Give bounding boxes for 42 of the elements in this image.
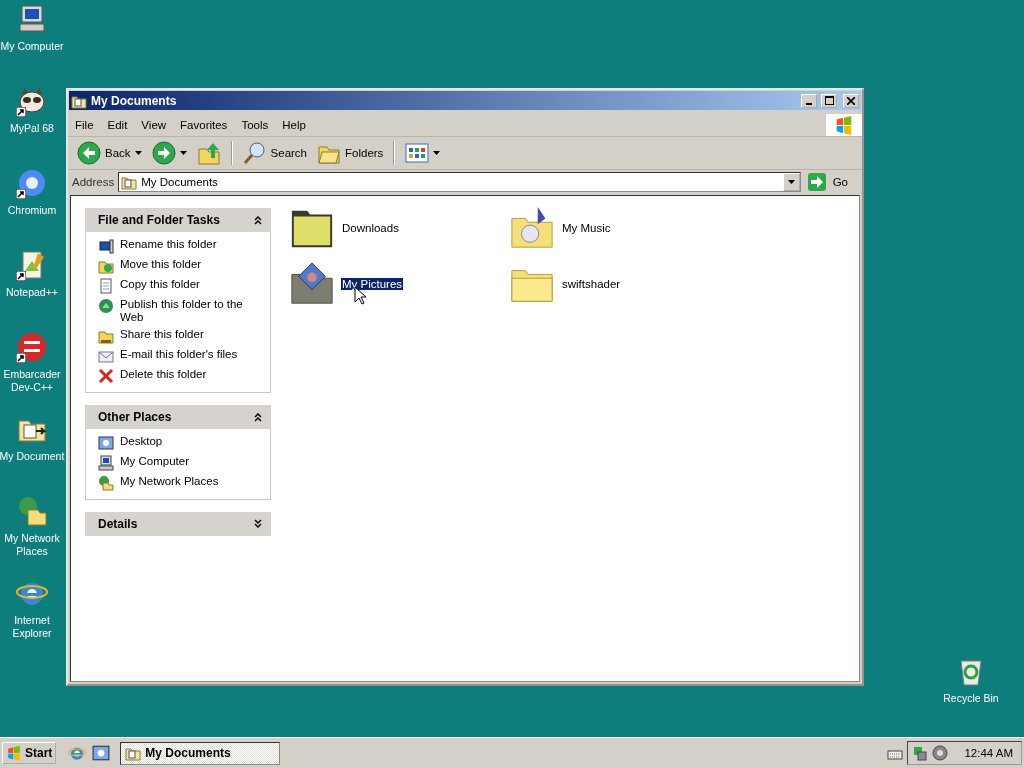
menu-item[interactable]: Help <box>275 119 313 131</box>
file-name[interactable]: My Music <box>561 222 612 234</box>
icon-label[interactable]: My Document <box>0 450 65 463</box>
start-button[interactable]: Start <box>2 742 57 764</box>
go-button[interactable]: Go <box>804 172 858 192</box>
menu-item[interactable]: View <box>134 119 174 131</box>
address-field[interactable]: My Documents <box>118 172 801 192</box>
icon-label[interactable]: Internet Explorer <box>12 614 52 640</box>
address-label: Address <box>72 176 115 188</box>
task-link[interactable]: My Computer <box>120 455 262 468</box>
task-link[interactable]: Delete this folder <box>120 368 262 381</box>
taskbar-button[interactable]: My Documents <box>120 741 281 765</box>
menu-item[interactable]: Edit <box>100 119 135 131</box>
task-link[interactable]: Desktop <box>120 435 262 448</box>
icon-label[interactable]: Notepad++ <box>6 286 58 299</box>
menu-item[interactable]: File <box>68 119 101 131</box>
icon-label[interactable]: Chromium <box>7 204 57 217</box>
icon-label[interactable]: MyPal 68 <box>10 122 54 135</box>
file-name[interactable]: Downloads <box>341 222 400 234</box>
menu-item[interactable]: Tools <box>234 119 276 131</box>
search-button[interactable]: Search <box>239 139 310 167</box>
file-name[interactable]: swiftshader <box>561 278 622 290</box>
task-link[interactable]: E-mail this folder's files <box>120 348 262 361</box>
task-link[interactable]: Share this folder <box>120 328 262 341</box>
icon-label[interactable]: My Network Places <box>4 532 60 558</box>
icon-label[interactable]: Embarcader Dev-C++ <box>3 368 61 394</box>
pane-header[interactable]: File and Folder Tasks <box>85 208 271 232</box>
pane-header[interactable]: Other Places <box>85 405 271 429</box>
task-link[interactable]: Rename this folder <box>120 238 262 251</box>
task-link[interactable]: My Network Places <box>120 475 262 488</box>
task-link[interactable]: Move this folder <box>120 258 262 271</box>
task-link[interactable]: Publish this folder to the Web <box>120 298 262 324</box>
file-name[interactable]: My Pictures <box>341 278 404 290</box>
icon-label[interactable]: Recycle Bin <box>943 692 999 705</box>
pane-header[interactable]: Details <box>85 512 271 536</box>
window-title: My Documents <box>91 93 178 108</box>
menu-item[interactable]: Favorites <box>173 119 235 131</box>
task-link[interactable]: Copy this folder <box>120 278 262 291</box>
clock: 12:44 AM <box>964 747 1013 759</box>
icon-label[interactable]: My Computer <box>0 40 64 53</box>
folders-button[interactable]: Folders <box>314 139 387 167</box>
back-button[interactable]: Back <box>74 139 145 167</box>
